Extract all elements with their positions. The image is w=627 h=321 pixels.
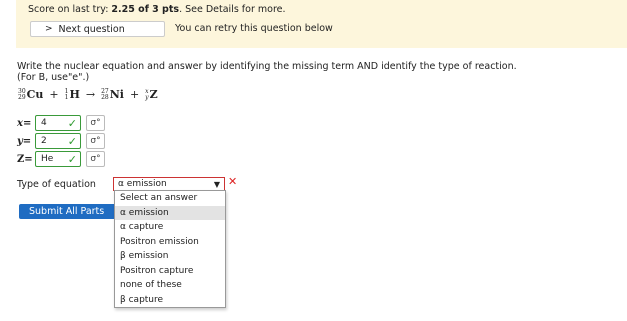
score-banner: Score on last try: 2.25 of 3 pts. See De…: [16, 0, 627, 48]
check-icon: ✓: [67, 134, 77, 148]
answer-row-y: y= 2 ✓ σ°: [17, 133, 105, 149]
dropdown-option[interactable]: Positron capture: [115, 264, 225, 279]
chevron-right-icon: >: [45, 24, 53, 34]
type-of-equation-label: Type of equation: [17, 179, 96, 190]
nuclide-hydrogen: 11H: [64, 87, 80, 101]
key-icon[interactable]: σ°: [86, 115, 105, 131]
answer-row-z: Z= He ✓ σ°: [17, 151, 105, 167]
nuclide-nickel: 27 28 Ni: [101, 87, 124, 101]
select-value: α emission: [118, 179, 167, 189]
arrow-icon: →: [85, 88, 96, 101]
dropdown-option[interactable]: Positron emission: [115, 235, 225, 250]
dropdown-option[interactable]: α capture: [115, 220, 225, 235]
answer-label-y: y=: [17, 135, 32, 147]
dropdown-option[interactable]: none of these: [115, 278, 225, 293]
question-text: Write the nuclear equation and answer by…: [17, 61, 617, 83]
answer-label-x: x=: [17, 117, 32, 129]
plus-sign: +: [49, 88, 59, 101]
answer-label-z: Z=: [17, 153, 33, 165]
score-text: Score on last try: 2.25 of 3 pts. See De…: [28, 4, 286, 15]
incorrect-x-icon: ✕: [228, 175, 238, 188]
answer-input-z[interactable]: He ✓: [35, 151, 81, 167]
nuclear-equation: 30 29 Cu + 11H → 27 28 Ni + xyZ: [17, 88, 159, 101]
dropdown-option[interactable]: β capture: [115, 293, 225, 308]
answer-input-y[interactable]: 2 ✓: [35, 133, 81, 149]
check-icon: ✓: [67, 116, 77, 130]
next-question-button[interactable]: > Next question: [30, 21, 165, 37]
dropdown-option[interactable]: β emission: [115, 249, 225, 264]
retry-text: You can retry this question below: [175, 23, 333, 34]
score-value: 2.25 of 3 pts: [111, 4, 180, 15]
dropdown-option[interactable]: Select an answer: [115, 191, 225, 206]
reaction-type-dropdown: Select an answer α emission α capture Po…: [114, 190, 226, 308]
reaction-type-select[interactable]: α emission ▼: [113, 177, 225, 191]
next-question-label: Next question: [58, 23, 125, 35]
dropdown-option-selected[interactable]: α emission: [115, 205, 225, 220]
question-line-2: (For B, use"e".): [17, 72, 90, 83]
chevron-down-icon: ▼: [213, 179, 220, 189]
answer-input-x[interactable]: 4 ✓: [35, 115, 81, 131]
plus-sign: +: [129, 88, 140, 101]
nuclide-unknown: xyZ: [145, 87, 158, 101]
question-line-1: Write the nuclear equation and answer by…: [17, 61, 517, 72]
submit-all-parts-button[interactable]: Submit All Parts: [19, 204, 115, 219]
answer-row-x: x= 4 ✓ σ°: [17, 115, 105, 131]
key-icon[interactable]: σ°: [86, 151, 105, 167]
key-icon[interactable]: σ°: [86, 133, 105, 149]
nuclide-copper: 30 29 Cu: [18, 87, 44, 101]
check-icon: ✓: [67, 152, 77, 166]
